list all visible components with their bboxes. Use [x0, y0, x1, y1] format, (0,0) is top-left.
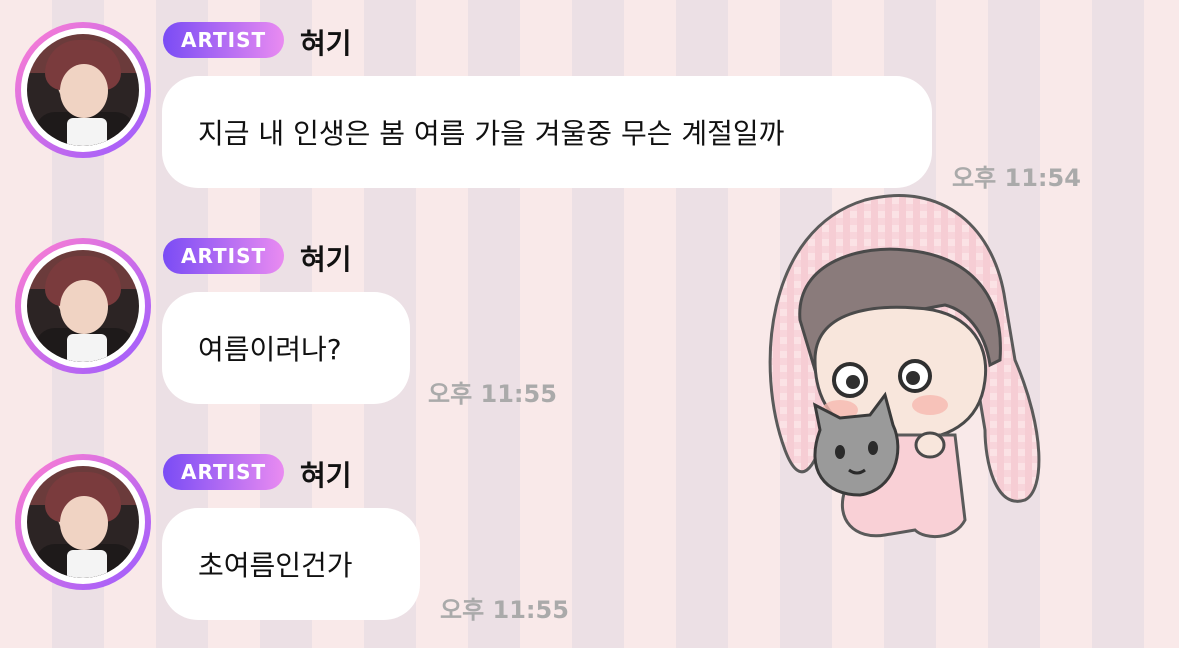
message-time: 오후 11:55	[428, 380, 557, 408]
profile-photo	[27, 34, 139, 146]
artist-badge: ARTIST	[163, 454, 285, 490]
profile-photo	[27, 250, 139, 362]
artist-badge: ARTIST	[163, 22, 285, 58]
sender-name[interactable]: 혀기	[300, 22, 352, 62]
sender-name[interactable]: 혀기	[300, 454, 352, 494]
message-bubble[interactable]: 지금 내 인생은 봄 여름 가을 겨울중 무슨 계절일까	[162, 76, 932, 188]
avatar[interactable]	[15, 454, 151, 590]
profile-photo	[27, 466, 139, 578]
message-bubble[interactable]: 초여름인건가	[162, 508, 420, 620]
message-text: 지금 내 인생은 봄 여름 가을 겨울중 무슨 계절일까	[198, 117, 785, 150]
avatar[interactable]	[15, 22, 151, 158]
artist-badge: ARTIST	[163, 238, 285, 274]
message-bubble[interactable]: 여름이려나?	[162, 292, 410, 404]
chibi-sticker-icon[interactable]	[745, 190, 1075, 550]
message-time: 오후 11:54	[952, 164, 1081, 192]
message-text: 초여름인건가	[198, 549, 353, 582]
message-text: 여름이려나?	[198, 333, 342, 366]
sender-name[interactable]: 혀기	[300, 238, 352, 278]
message-time: 오후 11:55	[440, 596, 569, 624]
avatar[interactable]	[15, 238, 151, 374]
